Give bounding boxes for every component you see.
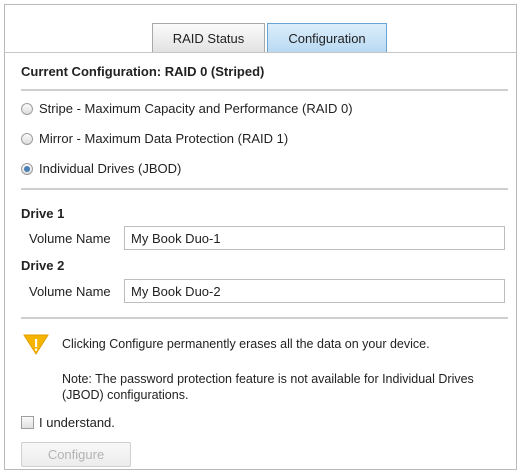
- current-configuration-label: Current Configuration: RAID 0 (Striped): [21, 64, 265, 79]
- radio-label-jbod: Individual Drives (JBOD): [39, 161, 182, 176]
- radio-label-mirror: Mirror - Maximum Data Protection (RAID 1…: [39, 131, 289, 146]
- radio-option-stripe[interactable]: Stripe - Maximum Capacity and Performanc…: [21, 101, 353, 116]
- section-divider: [21, 188, 508, 190]
- radio-option-jbod[interactable]: Individual Drives (JBOD): [21, 161, 181, 176]
- understand-checkbox[interactable]: [21, 416, 34, 429]
- radio-label-stripe: Stripe - Maximum Capacity and Performanc…: [39, 101, 353, 116]
- drive-1-volume-label: Volume Name: [29, 230, 111, 246]
- radio-button-mirror[interactable]: [21, 132, 33, 145]
- drive-1-volume-row: Volume Name: [29, 226, 505, 250]
- radio-button-stripe[interactable]: [21, 102, 33, 115]
- understand-checkbox-label: I understand.: [39, 415, 115, 430]
- raid-configuration-panel: RAID Status Configuration Current Config…: [4, 4, 517, 470]
- understand-checkbox-row[interactable]: I understand.: [21, 415, 115, 430]
- erase-warning-text: Clicking Configure permanently erases al…: [62, 337, 430, 351]
- drive-2-title: Drive 2: [21, 258, 65, 273]
- configure-button[interactable]: Configure: [21, 442, 131, 467]
- tab-bar: RAID Status Configuration: [152, 23, 387, 53]
- radio-option-mirror[interactable]: Mirror - Maximum Data Protection (RAID 1…: [21, 131, 288, 146]
- warning-icon: [23, 334, 49, 355]
- radio-button-jbod[interactable]: [21, 162, 33, 175]
- drive-2-volume-label: Volume Name: [29, 283, 111, 299]
- drive-2-volume-row: Volume Name: [29, 279, 505, 303]
- drive-2-volume-name-input[interactable]: [124, 279, 505, 303]
- tab-raid-status[interactable]: RAID Status: [152, 23, 265, 53]
- section-divider: [21, 89, 508, 91]
- section-divider: [21, 317, 508, 319]
- tab-divider: [5, 52, 516, 53]
- drive-1-volume-name-input[interactable]: [124, 226, 505, 250]
- tab-configuration[interactable]: Configuration: [267, 23, 387, 53]
- drive-1-title: Drive 1: [21, 206, 65, 221]
- jbod-password-note: Note: The password protection feature is…: [62, 372, 474, 402]
